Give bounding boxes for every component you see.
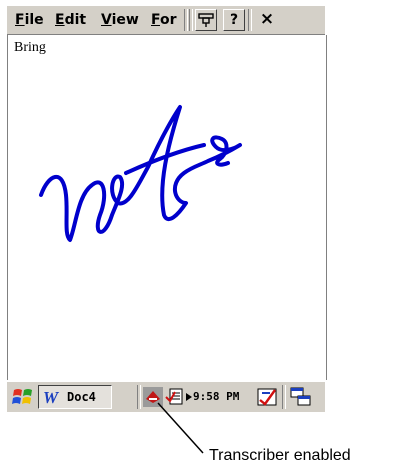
callout-pointer (157, 402, 204, 454)
device-screen: File Edit View For ? × Bring W Doc4 9:58… (0, 0, 407, 467)
callout-label: Transcriber enabled (209, 447, 351, 464)
